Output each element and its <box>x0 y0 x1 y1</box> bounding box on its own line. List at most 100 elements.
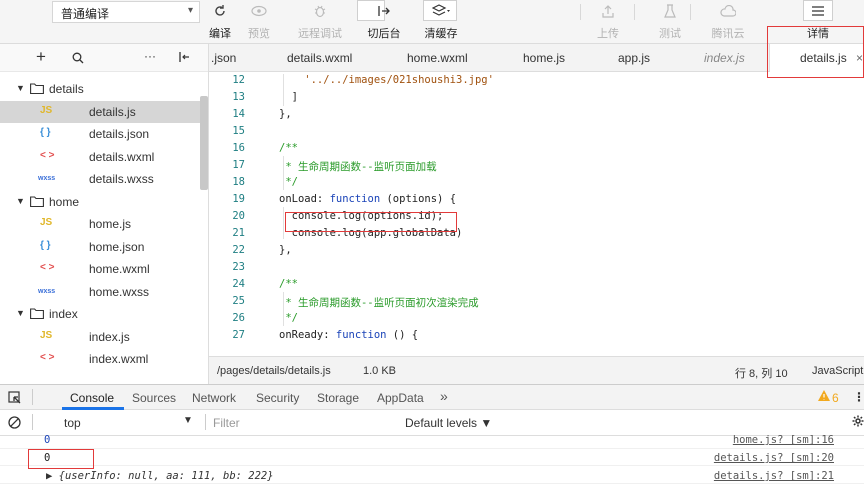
chevron-down-icon[interactable]: ▼ <box>16 308 25 318</box>
console-source-link[interactable]: home.js? [sm]:16 <box>733 434 834 446</box>
tab-json[interactable]: .json <box>211 44 236 72</box>
tree-file[interactable]: wxss details.wxss <box>0 168 200 190</box>
tree-file[interactable]: < > index.wxml <box>0 348 200 370</box>
line-number: 18 <box>232 176 245 188</box>
tree-file[interactable]: < > details.wxml <box>0 146 200 168</box>
remote-debug-label: 远程调试 <box>298 28 342 40</box>
collapse-icon[interactable] <box>178 51 190 63</box>
status-bar: /pages/details/details.js 1.0 KB 行 8, 列 … <box>209 356 864 384</box>
devtools-tabs: Console Sources Network Security Storage… <box>0 384 864 410</box>
indent-guide <box>283 74 284 106</box>
tab-appdata[interactable]: AppData <box>377 391 424 405</box>
tab-sources[interactable]: Sources <box>132 391 176 405</box>
refresh-icon <box>210 3 230 19</box>
cloud-icon <box>718 3 738 19</box>
code-text: /** <box>279 278 298 290</box>
tencent-cloud-button[interactable]: 腾讯云 <box>708 0 748 44</box>
code-text: '../../images/021shoushi3.jpg' <box>279 74 494 86</box>
code-text: ] <box>279 91 298 103</box>
warning-icon[interactable] <box>818 390 830 401</box>
code-text: * 生命周期函数--监听页面加载 <box>279 161 437 173</box>
code-text: */ <box>279 176 298 188</box>
tab-home-wxml[interactable]: home.wxml <box>407 44 468 72</box>
tree-file-label: details.wxss <box>89 172 154 186</box>
console-row: 0 details.js? [sm]:20 <box>0 449 864 466</box>
line-number: 26 <box>232 312 245 324</box>
indent-guide <box>283 207 284 239</box>
clear-cache-label: 清缓存 <box>424 28 458 40</box>
tab-index-js[interactable]: index.js <box>704 44 745 72</box>
tab-security[interactable]: Security <box>256 391 299 405</box>
tree-file[interactable]: { } home.json <box>0 236 200 258</box>
upload-button[interactable]: 上传 <box>596 0 620 44</box>
line-number: 22 <box>232 244 245 256</box>
switch-back-icon <box>374 3 394 19</box>
code-line: 15 <box>209 123 864 140</box>
tree-folder[interactable]: ▼ details <box>0 78 200 100</box>
more-icon[interactable]: ··· <box>144 49 156 63</box>
compile-button[interactable]: 编译 <box>205 0 235 44</box>
console-source-link[interactable]: details.js? [sm]:20 <box>714 452 834 464</box>
highlight-box-console-value <box>28 449 94 469</box>
tab-app-js[interactable]: app.js <box>618 44 650 72</box>
log-levels-select[interactable]: Default levels ▼ <box>405 416 492 430</box>
chevron-down-icon[interactable]: ▼ <box>16 196 25 206</box>
tree-file[interactable]: JS details.js <box>0 100 200 123</box>
clear-console-icon[interactable] <box>8 416 21 429</box>
tree-file-label: index.js <box>89 329 130 344</box>
upload-icon <box>598 3 618 19</box>
clear-cache-button[interactable]: 清缓存 <box>420 0 462 44</box>
upload-label: 上传 <box>597 28 619 40</box>
code-line: 12 '../../images/021shoushi3.jpg' <box>209 72 864 89</box>
tab-home-js[interactable]: home.js <box>523 44 565 72</box>
settings-gear-icon[interactable] <box>852 415 864 427</box>
tab-label: index.js <box>704 51 745 65</box>
tree-folder-label: home <box>49 194 80 209</box>
folder-icon <box>30 195 44 207</box>
tree-file-label: home.js <box>89 217 132 231</box>
tree-file[interactable]: JS home.js <box>0 213 200 235</box>
remote-debug-button[interactable]: 远程调试 <box>292 0 348 44</box>
console-source-link[interactable]: details.js? [sm]:21 <box>714 470 834 482</box>
line-number: 14 <box>232 108 245 120</box>
kebab-menu-icon[interactable]: ⋮ <box>853 390 864 404</box>
tree-folder[interactable]: ▼ home <box>0 191 200 213</box>
tree-file[interactable]: JS index.js <box>0 326 200 348</box>
wxss-file-icon: wxss <box>38 287 56 295</box>
indent-guide <box>283 292 284 326</box>
compile-mode-select[interactable]: 普通编译 ▾ <box>52 1 200 23</box>
add-icon[interactable]: + <box>36 47 46 67</box>
cursor-position[interactable]: 行 8, 列 10 <box>735 365 788 381</box>
line-number: 16 <box>232 142 245 154</box>
test-button[interactable]: 测试 <box>658 0 682 44</box>
tab-network[interactable]: Network <box>192 391 236 405</box>
chevron-down-icon[interactable]: ▼ <box>16 83 25 93</box>
inspect-icon[interactable] <box>8 391 22 405</box>
tree-file[interactable]: < > home.wxml <box>0 258 200 280</box>
tree-file[interactable]: wxss home.wxss <box>0 281 200 303</box>
language-mode[interactable]: JavaScript <box>812 365 863 377</box>
context-value: top <box>64 416 81 430</box>
background-button[interactable]: 切后台 <box>360 0 408 44</box>
more-tabs-icon[interactable]: » <box>440 388 448 404</box>
line-number: 17 <box>232 159 245 171</box>
console-output: 0 home.js? [sm]:16 0 details.js? [sm]:20… <box>0 434 864 493</box>
flask-icon <box>660 3 680 19</box>
tree-file[interactable]: { } details.json <box>0 123 200 145</box>
console-object[interactable]: ▶ {userInfo: null, aa: 111, bb: 222} <box>46 470 274 482</box>
tab-console[interactable]: Console <box>70 391 114 405</box>
tab-label: home.js <box>523 51 566 65</box>
tree-scrollbar[interactable] <box>200 96 208 190</box>
js-file-icon: JS <box>40 217 53 228</box>
file-path: /pages/details/details.js <box>217 365 331 377</box>
filter-input[interactable]: Filter <box>213 416 240 430</box>
tree-folder[interactable]: ▼ index <box>0 303 200 325</box>
code-line: 13 ] <box>209 89 864 106</box>
search-icon[interactable] <box>72 52 84 64</box>
context-select[interactable]: top ▼ <box>40 412 200 432</box>
file-size: 1.0 KB <box>363 365 397 377</box>
tab-details-wxml[interactable]: details.wxml <box>287 44 352 72</box>
preview-button[interactable]: 预览 <box>244 0 274 44</box>
tab-storage[interactable]: Storage <box>317 391 359 405</box>
line-number: 27 <box>232 329 245 341</box>
